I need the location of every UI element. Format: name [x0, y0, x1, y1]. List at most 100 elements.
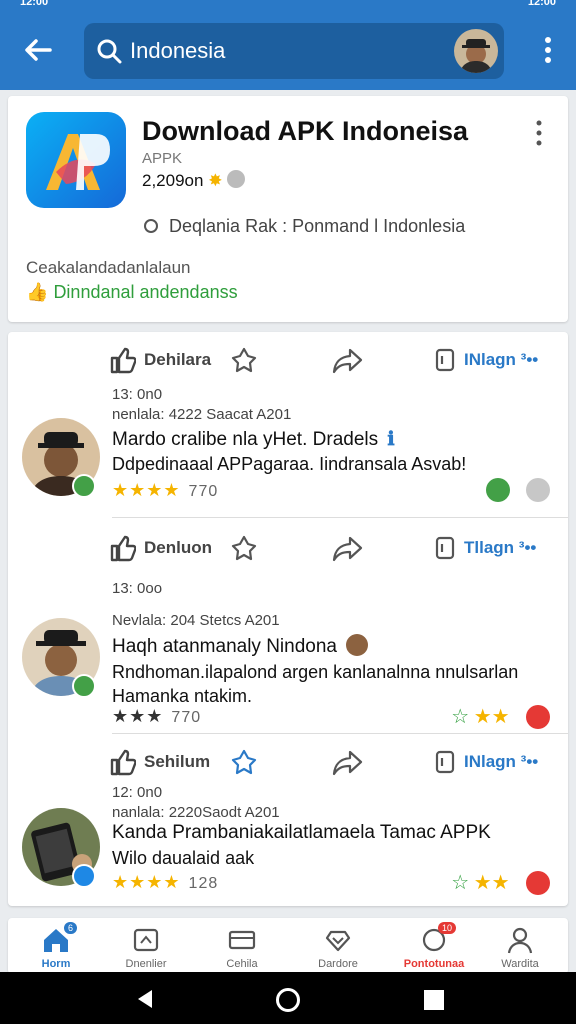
nav-label: Pontotunaa: [403, 958, 465, 970]
nav-label: Dardore: [318, 958, 358, 970]
rating-stars: ★★★ 770: [112, 706, 201, 727]
home-circle-icon[interactable]: [276, 988, 300, 1012]
star-icon[interactable]: ★★: [474, 706, 510, 728]
post-source: nenlala: 4222 Saacat A201: [112, 406, 292, 423]
nav-label: Wardita: [501, 958, 539, 970]
post-badges: ☆ ★★: [451, 704, 550, 732]
like-label[interactable]: Dehilara: [144, 350, 211, 370]
rating-count: 128: [188, 875, 219, 892]
person-icon: [507, 927, 533, 954]
post-title: Haqh atanmanaly Nindona: [112, 634, 369, 658]
nav-label: Dnenlier: [125, 958, 167, 970]
status-system: 12:00: [527, 0, 556, 8]
pin-icon[interactable]: [230, 534, 258, 562]
app-rating: 2,209on ✸: [142, 170, 246, 191]
like-label[interactable]: Sehilum: [144, 752, 210, 772]
arrow-left-icon: [25, 39, 52, 61]
system-navigation: [0, 972, 576, 1024]
pin-icon[interactable]: [230, 748, 258, 776]
verified-icon: [72, 864, 96, 888]
nav-notifications[interactable]: 10 Pontotunaa: [386, 922, 482, 974]
search-field[interactable]: Indonesia: [84, 23, 504, 79]
message-icon[interactable]: [434, 346, 456, 374]
app-description: Ceakalandadanlalaun: [26, 258, 191, 277]
nav-label: Horm: [41, 958, 71, 970]
like-label[interactable]: Denluon: [144, 538, 212, 558]
share-icon[interactable]: [332, 534, 364, 562]
app-logo-icon: [26, 112, 126, 208]
message-label[interactable]: Tllagn ³••: [464, 538, 536, 558]
app-location-text: Deqlania Rak : Ponmand l Indonlesia: [169, 216, 466, 236]
location-pin-icon: [144, 219, 158, 233]
list-item[interactable]: Dehilara INlagn ³•• 13: 0n0 nenlala: 422…: [8, 332, 568, 518]
nav-favorites[interactable]: Dardore: [290, 926, 386, 974]
star-icon: ★★★★: [112, 480, 181, 500]
post-time: 13: 0n0: [112, 386, 163, 403]
post-title-text: Haqh atanmanaly Nindona: [112, 636, 337, 657]
star-icon: ★★★★: [112, 872, 181, 892]
star-icon: ★★★: [112, 706, 164, 726]
star-outline-icon[interactable]: ☆: [451, 706, 469, 728]
user-thumb-icon: [346, 634, 369, 656]
message-label[interactable]: INlagn ³••: [464, 350, 538, 370]
star-icon: ✸: [208, 171, 223, 190]
more-vert-icon[interactable]: [544, 36, 552, 64]
check-circle-icon[interactable]: [485, 478, 510, 502]
star-icon[interactable]: ★★: [474, 872, 510, 894]
app-download-text: Dinndanal andendanss: [53, 282, 238, 302]
post-title-text: Mardo cralibe nla yHet. Dradels: [112, 429, 379, 450]
more-circle-icon[interactable]: [526, 704, 550, 729]
recents-square-icon[interactable]: [424, 990, 444, 1010]
post-actions: Sehilum INlagn ³••: [108, 746, 558, 778]
post-time: 12: 0n0: [112, 784, 163, 801]
app-download-link[interactable]: 👍 Dinndanal andendanss: [26, 282, 238, 303]
app-rating-value: 2,209on: [142, 171, 204, 190]
post-badges: [474, 478, 550, 506]
pin-icon[interactable]: [230, 346, 258, 374]
more-circle-icon[interactable]: [526, 870, 550, 895]
message-icon[interactable]: [434, 748, 456, 776]
nav-badge: 6: [64, 922, 78, 934]
back-button[interactable]: [20, 32, 56, 68]
post-body: Ddpedinaaal APPagaraa. Iindransala Asvab…: [112, 454, 467, 474]
list-item[interactable]: Sehilum INlagn ³•• 12: 0n0 nanlala: 2220…: [8, 734, 568, 906]
nav-explore[interactable]: Dnenlier: [98, 926, 194, 974]
gallery-icon: [133, 928, 159, 952]
more-circle-icon[interactable]: [526, 478, 550, 502]
more-vert-icon[interactable]: [536, 120, 542, 146]
back-triangle-icon[interactable]: [134, 988, 156, 1010]
search-query: Indonesia: [130, 38, 226, 63]
post-body: Rndhoman.ilapalond argen kanlanalnna nnu…: [112, 662, 519, 706]
bottom-navigation: 6 Horm Dnenlier Cehila Dardore 10 Pontot…: [8, 918, 568, 974]
thumbs-up-icon[interactable]: [108, 534, 136, 562]
post-time: 13: 0oo: [112, 580, 163, 597]
post-actions: Dehilara INlagn ³••: [108, 344, 558, 376]
info-icon: ℹ: [387, 429, 395, 450]
star-outline-icon[interactable]: ☆: [451, 872, 469, 894]
message-icon[interactable]: [434, 534, 456, 562]
nav-badge: 10: [438, 922, 457, 934]
thumbs-up-icon: 👍: [26, 282, 49, 302]
verified-icon: [72, 674, 96, 698]
app-card[interactable]: Download APK Indoneisa APPK 2,209on ✸ De…: [8, 96, 568, 322]
thumbs-up-icon[interactable]: [108, 346, 136, 374]
rating-stars: ★★★★ 770: [112, 480, 218, 501]
rating-count: 770: [188, 483, 219, 500]
thumbs-up-icon[interactable]: [108, 748, 136, 776]
nav-inbox[interactable]: Cehila: [194, 926, 290, 974]
rating-count: 770: [171, 709, 202, 726]
app-subtitle: APPK: [142, 150, 183, 167]
user-avatar[interactable]: [454, 29, 498, 73]
post-title: Mardo cralibe nla yHet. Dradels ℹ: [112, 428, 395, 451]
nav-profile[interactable]: Wardita: [472, 926, 568, 974]
nav-home[interactable]: 6 Horm: [8, 922, 104, 974]
share-icon[interactable]: [332, 346, 364, 374]
share-icon[interactable]: [332, 748, 364, 776]
list-item[interactable]: Denluon Tllagn ³•• 13: 0oo Nevlala: 204 …: [8, 518, 568, 734]
post-list: Dehilara INlagn ³•• 13: 0n0 nenlala: 422…: [8, 332, 568, 906]
app-title: Download APK Indoneisa: [142, 116, 469, 146]
verified-icon: [227, 170, 246, 188]
post-title: Kanda Prambaniakailatlamaela Tamac APPK: [112, 822, 491, 843]
nav-label: Cehila: [226, 958, 258, 970]
message-label[interactable]: INlagn ³••: [464, 752, 538, 772]
